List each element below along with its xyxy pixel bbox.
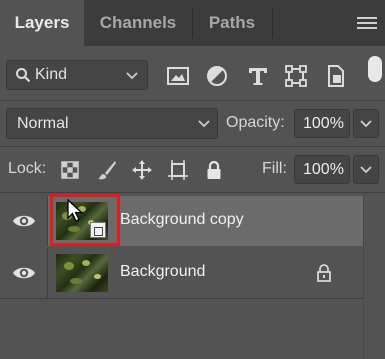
layer-row-background[interactable]: Background [0,248,363,298]
panel-tab-bar: Layers Channels Paths [0,0,385,46]
shape-filter-icon[interactable] [284,64,308,88]
tab-separator [272,8,273,38]
tab-paths[interactable]: Paths [192,0,272,46]
lock-label: Lock: [8,160,47,177]
layer-name: Background copy [120,211,244,228]
hamburger-menu-icon[interactable] [357,14,377,32]
adjustment-filter-icon[interactable] [205,64,229,88]
layers-scrollbar[interactable] [363,196,385,359]
lock-artboard-icon[interactable] [166,158,190,182]
blend-mode-select[interactable]: Normal [6,108,218,139]
fill-dropdown-button[interactable] [353,155,379,184]
visibility-toggle[interactable] [0,196,48,246]
opacity-input[interactable]: 100% [294,109,350,138]
lock-image-pixels-icon[interactable] [95,158,119,182]
fill-label: Fill: [262,160,287,177]
layer-lock-icon[interactable] [316,264,332,282]
divider [0,298,363,299]
layer-thumbnail [56,254,108,292]
eye-icon [13,215,35,227]
eye-icon [13,267,35,279]
lock-position-icon[interactable] [130,158,154,182]
divider [0,146,385,147]
lock-all-icon[interactable] [202,158,226,182]
opacity-dropdown-button[interactable] [353,109,379,138]
filter-toggle-switch[interactable] [368,56,382,82]
search-icon [16,68,31,83]
chevron-down-icon [360,119,372,127]
layer-name: Background [120,263,206,280]
type-filter-icon[interactable] [246,64,270,88]
tab-channels[interactable]: Channels [84,0,192,46]
opacity-label: Opacity: [226,114,285,131]
filter-kind-label: Kind [35,66,68,83]
filter-kind-select[interactable]: Kind [6,60,148,90]
chevron-down-icon [198,120,210,128]
smart-object-filter-icon[interactable] [324,64,348,88]
visibility-toggle[interactable] [0,248,48,298]
fill-input[interactable]: 100% [294,155,350,184]
image-filter-icon[interactable] [166,64,190,88]
tab-layers[interactable]: Layers [0,0,84,46]
chevron-down-icon [126,72,138,80]
mouse-cursor-icon [67,198,84,222]
divider [0,100,385,101]
divider [0,192,385,193]
lock-transparent-pixels-icon[interactable] [58,158,82,182]
blend-mode-value: Normal [17,114,69,132]
chevron-down-icon [360,165,372,173]
